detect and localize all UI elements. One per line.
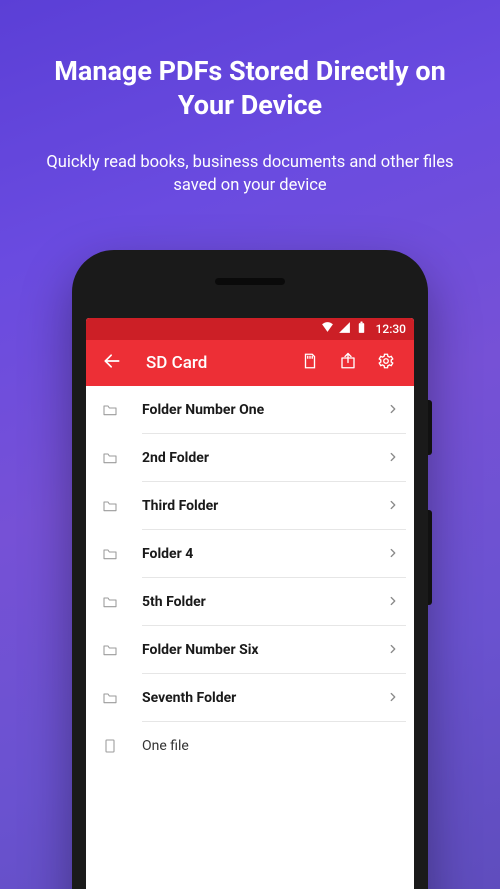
cellular-icon: [338, 321, 351, 337]
back-button[interactable]: [94, 345, 130, 381]
sd-card-icon: [301, 352, 319, 374]
list-item[interactable]: 2nd Folder: [86, 434, 414, 482]
chevron-right-icon: [386, 449, 400, 468]
folder-icon: [102, 498, 142, 514]
list-item-label: Folder Number One: [142, 402, 386, 418]
promo-section: Manage PDFs Stored Directly on Your Devi…: [0, 0, 500, 197]
battery-icon: [355, 321, 368, 337]
list-item-label: 5th Folder: [142, 594, 386, 610]
list-item-label: Third Folder: [142, 498, 386, 514]
app-bar: SD Card: [86, 340, 414, 386]
chevron-right-icon: [386, 545, 400, 564]
list-item-label: 2nd Folder: [142, 450, 386, 466]
chevron-right-icon: [386, 641, 400, 660]
phone-frame: 12:30 SD Card: [72, 250, 428, 889]
list-item[interactable]: Folder 4: [86, 530, 414, 578]
app-bar-title: SD Card: [136, 353, 286, 373]
chevron-right-icon: [386, 401, 400, 420]
settings-button[interactable]: [368, 345, 404, 381]
status-time: 12:30: [376, 322, 406, 336]
folder-icon: [102, 402, 142, 418]
file-list: Folder Number One 2nd Folder Third Folder F…: [86, 386, 414, 770]
share-button[interactable]: [330, 345, 366, 381]
list-item-label: One file: [142, 738, 400, 754]
list-item[interactable]: Folder Number One: [86, 386, 414, 434]
file-icon: [102, 738, 142, 754]
android-status-bar: 12:30: [86, 318, 414, 340]
list-item-label: Folder Number Six: [142, 642, 386, 658]
phone-speaker: [215, 278, 285, 285]
list-item-label: Folder 4: [142, 546, 386, 562]
folder-icon: [102, 642, 142, 658]
list-item[interactable]: Third Folder: [86, 482, 414, 530]
chevron-right-icon: [386, 497, 400, 516]
wifi-icon: [321, 321, 334, 337]
folder-icon: [102, 546, 142, 562]
chevron-right-icon: [386, 593, 400, 612]
list-item[interactable]: Folder Number Six: [86, 626, 414, 674]
list-item-label: Seventh Folder: [142, 690, 386, 706]
arrow-left-icon: [102, 351, 122, 375]
folder-icon: [102, 690, 142, 706]
list-item[interactable]: 5th Folder: [86, 578, 414, 626]
chevron-right-icon: [386, 689, 400, 708]
list-item[interactable]: One file: [86, 722, 414, 770]
storage-button[interactable]: [292, 345, 328, 381]
folder-icon: [102, 450, 142, 466]
promo-subtitle: Quickly read books, business documents a…: [30, 151, 470, 197]
share-icon: [339, 352, 357, 374]
gear-icon: [377, 352, 395, 374]
list-item[interactable]: Seventh Folder: [86, 674, 414, 722]
phone-screen: 12:30 SD Card: [86, 318, 414, 889]
folder-icon: [102, 594, 142, 610]
promo-title: Manage PDFs Stored Directly on Your Devi…: [30, 55, 470, 123]
